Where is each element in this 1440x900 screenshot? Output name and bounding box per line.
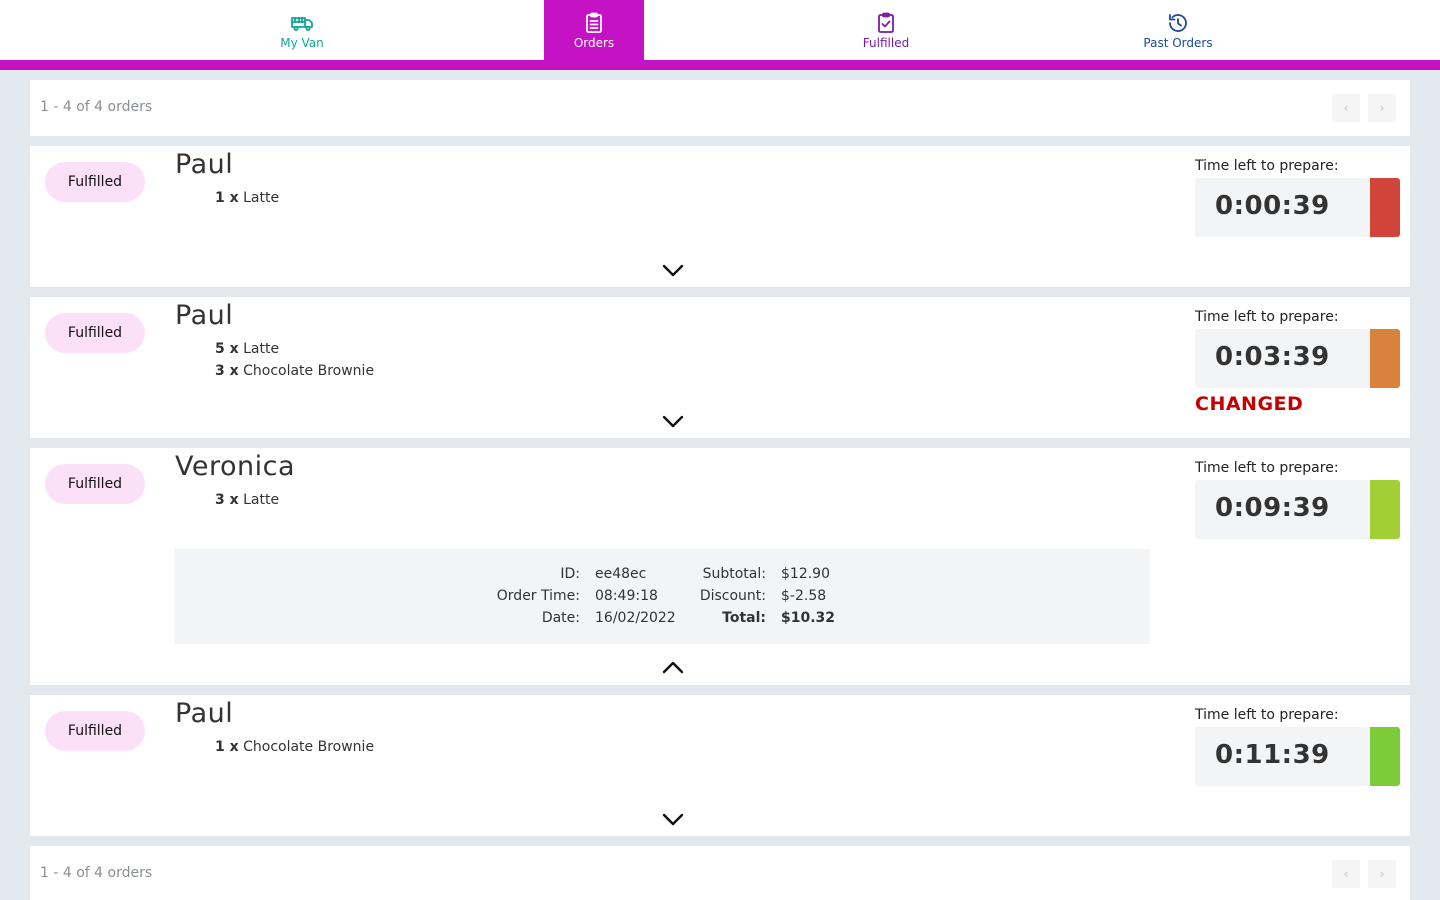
order-date: 16/02/2022 <box>595 610 676 626</box>
chevron-down-icon[interactable] <box>661 262 685 278</box>
next-page-button[interactable]: › <box>1368 860 1396 888</box>
tab-orders-label: Orders <box>573 35 615 50</box>
prep-time-label: Time left to prepare: <box>1195 158 1339 174</box>
list-item: 3 x Chocolate Brownie <box>215 360 374 382</box>
tab-fulfilled[interactable]: Fulfilled <box>836 0 936 60</box>
previous-page-button[interactable]: ‹ <box>1332 94 1360 122</box>
pagination-top: 1 - 4 of 4 orders ‹ › <box>30 80 1410 136</box>
discount-value: $-2.58 <box>781 588 827 604</box>
customer-name: Paul <box>175 149 234 180</box>
changed-badge: CHANGED <box>1195 393 1304 415</box>
next-page-button[interactable]: › <box>1368 94 1396 122</box>
list-item: 1 x Latte <box>215 187 279 209</box>
nav-accent-bar <box>0 60 1440 70</box>
item-name: Chocolate Brownie <box>243 363 375 379</box>
urgency-indicator <box>1370 178 1400 237</box>
time-left: 0:00:39 <box>1215 191 1330 221</box>
tab-fulfilled-label: Fulfilled <box>862 35 910 50</box>
item-name: Latte <box>243 190 280 206</box>
top-navigation: My Van Orders Fulfilled Past Orders <box>0 0 1440 60</box>
chevron-right-icon: › <box>1379 101 1385 115</box>
prep-time-label: Time left to prepare: <box>1195 309 1339 325</box>
chevron-down-icon[interactable] <box>661 413 685 429</box>
list-item: 5 x Latte <box>215 338 374 360</box>
item-quantity: 3 x <box>215 363 239 379</box>
order-items: 1 x Chocolate Brownie <box>215 736 374 758</box>
urgency-indicator <box>1370 480 1400 539</box>
order-items: 3 x Latte <box>215 489 279 511</box>
previous-page-button[interactable]: ‹ <box>1332 860 1360 888</box>
tab-orders[interactable]: Orders <box>544 0 644 60</box>
order-card: Fulfilled Paul 1 x Chocolate Brownie Tim… <box>30 695 1410 836</box>
item-name: Latte <box>243 341 280 357</box>
tab-past-orders[interactable]: Past Orders <box>1128 0 1228 60</box>
customer-name: Paul <box>175 698 234 729</box>
order-card: Fulfilled Paul 5 x Latte 3 x Chocolate B… <box>30 297 1410 438</box>
order-items: 1 x Latte <box>215 187 279 209</box>
order-id-label: ID: <box>560 566 580 582</box>
item-quantity: 3 x <box>215 492 239 508</box>
status-button[interactable]: Fulfilled <box>45 711 145 751</box>
prep-timer: 0:11:39 <box>1195 727 1400 786</box>
prep-timer: 0:09:39 <box>1195 480 1400 539</box>
list-item: 3 x Latte <box>215 489 279 511</box>
customer-name: Paul <box>175 300 234 331</box>
chevron-left-icon: ‹ <box>1343 867 1349 881</box>
chevron-up-icon[interactable] <box>661 659 685 675</box>
pagination-range: 1 - 4 of 4 orders <box>40 865 153 881</box>
subtotal-label: Subtotal: <box>702 566 766 582</box>
discount-label: Discount: <box>699 588 766 604</box>
item-quantity: 1 x <box>215 739 239 755</box>
tab-my-van-label: My Van <box>280 35 324 50</box>
status-button[interactable]: Fulfilled <box>45 464 145 504</box>
prep-timer: 0:03:39 <box>1195 329 1400 388</box>
time-left: 0:03:39 <box>1215 342 1330 372</box>
tab-my-van[interactable]: My Van <box>252 0 352 60</box>
item-quantity: 5 x <box>215 341 239 357</box>
chevron-down-icon[interactable] <box>661 811 685 827</box>
prep-time-label: Time left to prepare: <box>1195 460 1339 476</box>
item-name: Latte <box>243 492 280 508</box>
prep-time-label: Time left to prepare: <box>1195 707 1339 723</box>
clipboard-check-icon <box>878 12 894 33</box>
pagination-range: 1 - 4 of 4 orders <box>40 99 153 115</box>
order-time-label: Order Time: <box>496 588 580 604</box>
subtotal-value: $12.90 <box>781 566 830 582</box>
order-items: 5 x Latte 3 x Chocolate Brownie <box>215 338 374 382</box>
order-date-label: Date: <box>541 610 580 626</box>
order-id: ee48ec <box>595 566 647 582</box>
clipboard-icon <box>586 12 602 33</box>
chevron-right-icon: › <box>1379 867 1385 881</box>
order-card: Fulfilled Veronica 3 x Latte ID: ee48ec … <box>30 448 1410 685</box>
customer-name: Veronica <box>175 451 296 482</box>
status-button[interactable]: Fulfilled <box>45 162 145 202</box>
total-value: $10.32 <box>781 610 836 626</box>
history-icon <box>1169 13 1187 32</box>
total-label: Total: <box>722 610 766 626</box>
van-icon <box>291 16 313 31</box>
time-left: 0:11:39 <box>1215 740 1330 770</box>
status-button[interactable]: Fulfilled <box>45 313 145 353</box>
item-name: Chocolate Brownie <box>243 739 375 755</box>
order-card: Fulfilled Paul 1 x Latte Time left to pr… <box>30 146 1410 287</box>
order-details-panel: ID: ee48ec Order Time: 08:49:18 Date: 16… <box>175 549 1150 644</box>
list-item: 1 x Chocolate Brownie <box>215 736 374 758</box>
item-quantity: 1 x <box>215 190 239 206</box>
order-time: 08:49:18 <box>595 588 658 604</box>
urgency-indicator <box>1370 727 1400 786</box>
prep-timer: 0:00:39 <box>1195 178 1400 237</box>
urgency-indicator <box>1370 329 1400 388</box>
time-left: 0:09:39 <box>1215 493 1330 523</box>
chevron-left-icon: ‹ <box>1343 101 1349 115</box>
tab-past-orders-label: Past Orders <box>1143 35 1213 50</box>
pagination-bottom: 1 - 4 of 4 orders ‹ › <box>30 846 1410 900</box>
